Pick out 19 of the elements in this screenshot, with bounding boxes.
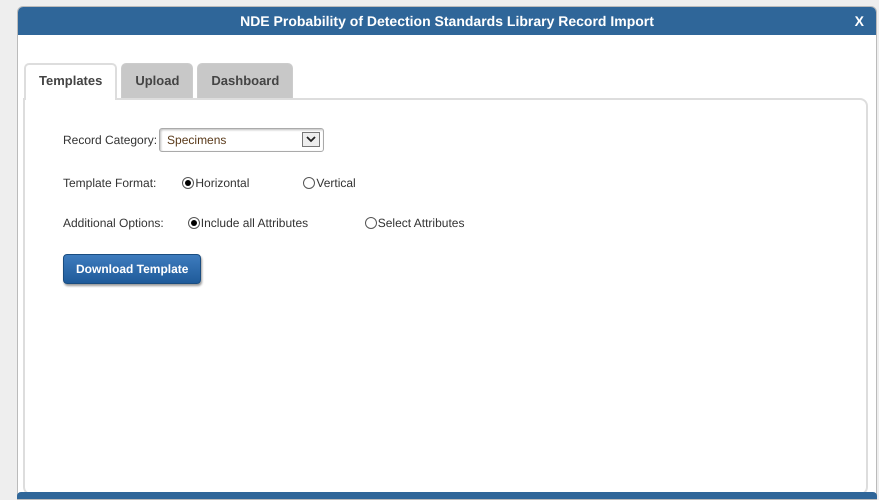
close-button[interactable]: X — [852, 11, 866, 32]
radio-button[interactable] — [188, 216, 200, 228]
radio-button[interactable] — [303, 176, 316, 188]
tab[interactable]: Dashboard — [197, 63, 294, 98]
category-dropdown[interactable]: Specimens — [159, 128, 324, 152]
radio-label: Select Attributes — [378, 214, 464, 232]
radio-label: Horizontal — [195, 174, 250, 192]
field-label: Record Category: — [63, 132, 158, 148]
radio-label: Include all Attributes — [200, 214, 308, 232]
dropdown-caret-icon — [302, 132, 320, 147]
radio-button[interactable] — [364, 216, 377, 228]
field-label: Additional Options: — [63, 214, 164, 232]
field-label: Template Format: — [63, 174, 156, 192]
window-title: NDE Probability of Detection Standards Library Record Import — [240, 12, 654, 31]
radio-button[interactable] — [182, 176, 194, 188]
radio-label: Vertical — [316, 174, 356, 192]
tab[interactable]: Templates — [24, 63, 118, 100]
download-button[interactable]: Download Template — [63, 254, 202, 284]
tab[interactable]: Upload — [121, 63, 194, 98]
